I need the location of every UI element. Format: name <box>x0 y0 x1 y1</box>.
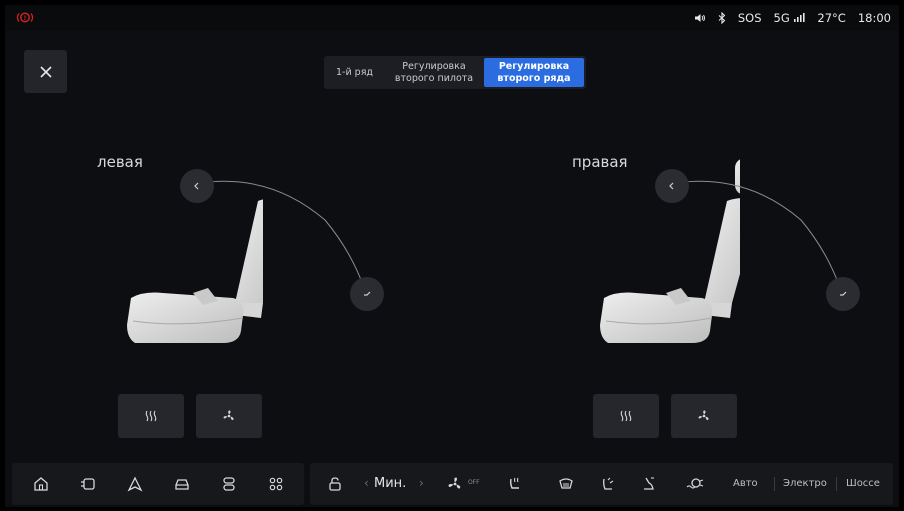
fan-off-label: OFF <box>468 479 480 486</box>
fan-icon[interactable] <box>446 475 466 493</box>
network-label: 5G <box>773 11 790 25</box>
network-indicator: 5G <box>774 11 806 25</box>
left-seat-arc <box>199 180 364 286</box>
temperature-readout: 27°C <box>817 11 846 25</box>
drive-mode-auto[interactable]: Авто <box>733 478 758 489</box>
fan-level: Мин. <box>374 476 407 491</box>
app-dock <box>12 463 304 505</box>
chevron-down-icon <box>840 291 847 296</box>
signal-icon <box>794 13 806 22</box>
apps-grid-icon[interactable] <box>267 475 285 493</box>
right-seat-arc <box>675 180 840 286</box>
seat-massage-icon[interactable] <box>598 475 616 493</box>
drive-mode-highway[interactable]: Шоссе <box>846 478 880 489</box>
media-icon[interactable] <box>79 475 97 493</box>
right-seat-recline-forward-button[interactable] <box>826 277 860 311</box>
fan-increase-button[interactable]: › <box>419 476 424 490</box>
right-seat-heating-button[interactable] <box>593 394 659 438</box>
parking-brake-warning-icon: ! <box>16 12 34 23</box>
bluetooth-icon[interactable] <box>718 12 726 24</box>
fan-icon <box>223 410 234 421</box>
chevron-left-icon <box>194 182 199 190</box>
right-seat-ventilation-button[interactable] <box>671 394 737 438</box>
seat-heat-icon <box>620 410 632 422</box>
tab-copilot-adjustment[interactable]: Регулировка второго пилота <box>385 58 483 87</box>
right-seat-recline-back-button[interactable] <box>655 169 689 203</box>
left-seat-heating-button[interactable] <box>118 394 184 438</box>
fan-icon <box>698 410 709 421</box>
steering-heat-icon[interactable] <box>683 475 705 493</box>
bottom-dock: ‹ Мин. › OFF Авто Электро Шоссе <box>5 461 899 507</box>
sos-indicator[interactable]: SOS <box>738 11 762 25</box>
status-bar: ! SOS 5G 27°C 18:00 <box>5 5 899 31</box>
svg-text:!: ! <box>24 15 27 22</box>
lock-icon[interactable] <box>326 475 344 493</box>
vehicle-icon[interactable] <box>173 475 191 493</box>
seat-heat-icon <box>145 410 157 422</box>
tab-second-row-adjustment[interactable]: Регулировка второго ряда <box>484 58 584 87</box>
left-seat-recline-back-button[interactable] <box>180 169 214 203</box>
seat-heat-icon[interactable] <box>506 475 524 493</box>
left-seat-recline-forward-button[interactable] <box>350 277 384 311</box>
tab-first-row[interactable]: 1-й ряд <box>324 58 385 87</box>
close-button[interactable] <box>24 50 67 93</box>
navigation-icon[interactable] <box>126 475 144 493</box>
mode-divider <box>774 477 775 491</box>
drive-mode-electric[interactable]: Электро <box>783 478 827 489</box>
seat-settings-icon[interactable] <box>220 475 238 493</box>
mode-divider <box>836 477 837 491</box>
seat-adjustment-screen: ! SOS 5G 27°C 18:00 1-й ряд Регулировка … <box>5 5 899 507</box>
home-icon[interactable] <box>32 475 50 493</box>
fan-decrease-button[interactable]: ‹ <box>364 476 369 490</box>
close-icon <box>39 65 52 78</box>
volume-icon[interactable] <box>694 13 706 23</box>
climate-dock: ‹ Мин. › OFF Авто Электро Шоссе <box>310 463 893 505</box>
seat-recline-icon[interactable] <box>640 475 658 493</box>
rear-defrost-icon[interactable] <box>557 475 575 493</box>
chevron-down-icon <box>364 291 371 296</box>
left-seat-ventilation-button[interactable] <box>196 394 262 438</box>
clock: 18:00 <box>857 11 891 25</box>
row-tab-selector: 1-й ряд Регулировка второго пилота Регул… <box>324 56 586 89</box>
chevron-left-icon <box>669 182 674 190</box>
